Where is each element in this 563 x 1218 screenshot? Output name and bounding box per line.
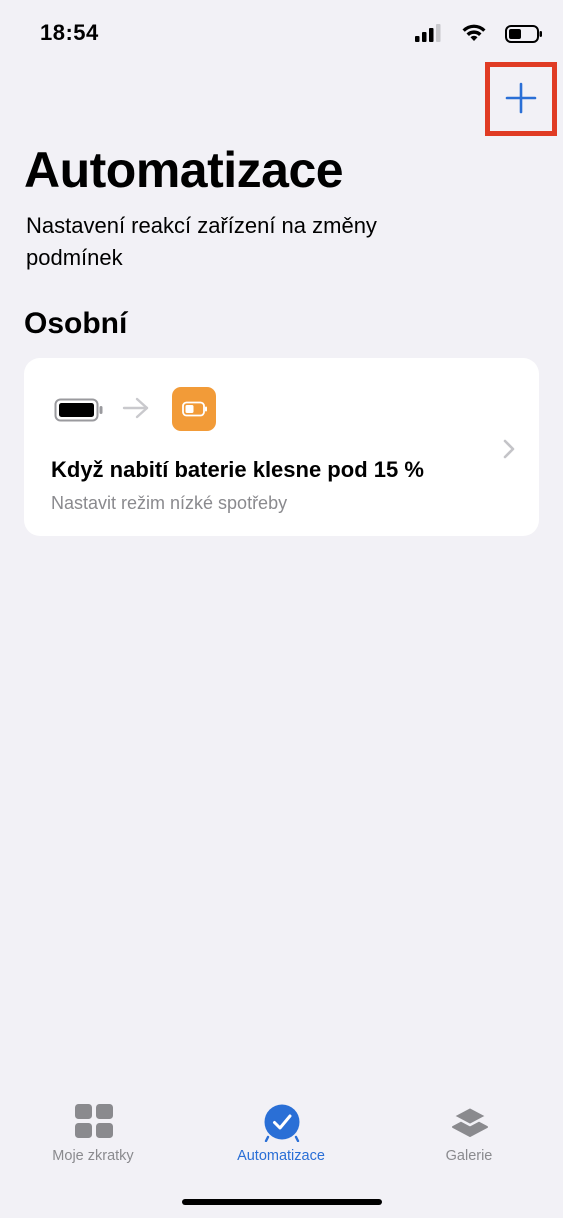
automation-card[interactable]: Když nabití baterie klesne pod 15 % Nast… [24, 358, 539, 536]
battery-icon [54, 398, 103, 422]
arrow-right-icon [122, 397, 149, 419]
grid-icon [75, 1104, 113, 1138]
battery-icon [505, 25, 542, 43]
tab-label: Automatizace [237, 1148, 325, 1164]
tab-label: Galerie [445, 1148, 493, 1164]
signal-icon [415, 24, 441, 42]
tab-moje-zkratky[interactable]: Moje zkratky [13, 1102, 173, 1172]
section-heading: Osobní [24, 307, 128, 340]
automation-subtitle: Nastavit režim nízké spotřeby [51, 493, 288, 513]
page-subtitle: Nastavení reakcí zařízení na změny podmí… [26, 213, 377, 270]
tab-label: Moje zkratky [52, 1148, 134, 1164]
low-power-battery-icon [172, 387, 216, 431]
chevron-right-icon [503, 439, 515, 459]
tab-galerie[interactable]: Galerie [389, 1102, 549, 1172]
layers-icon [451, 1105, 489, 1137]
tab-automatizace[interactable]: Automatizace [201, 1102, 361, 1172]
automation-title: Když nabití baterie klesne pod 15 % [51, 457, 424, 482]
status-time: 18:54 [40, 20, 99, 45]
add-automation-button[interactable] [485, 62, 557, 136]
status-bar: 18:54 [0, 0, 563, 70]
page-title: Automatizace [24, 142, 344, 198]
clock-check-icon [264, 1104, 300, 1142]
plus-icon [505, 82, 537, 114]
home-indicator [182, 1199, 382, 1205]
wifi-icon [462, 24, 486, 41]
